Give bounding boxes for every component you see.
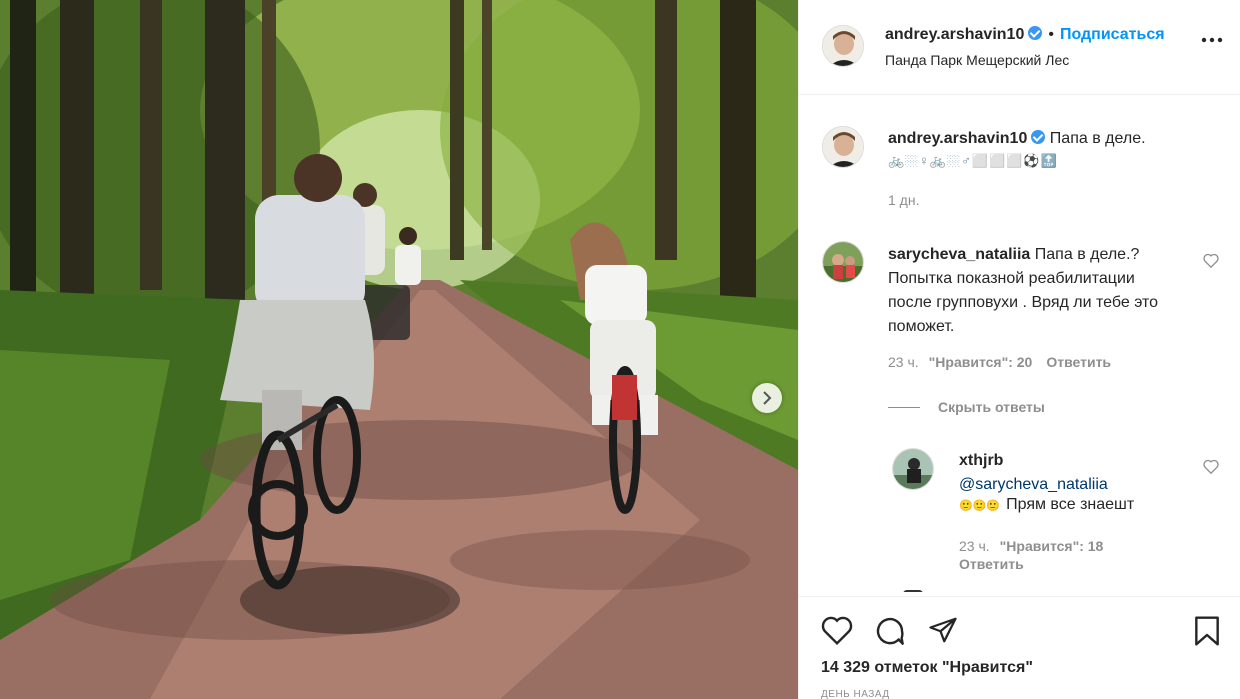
reply-likes[interactable]: "Нравится": 18 [1000,538,1104,554]
hide-replies-button[interactable]: Скрыть ответы [888,399,1045,415]
reply-username[interactable]: xthjrb [959,452,1003,469]
reply-text-line: 🙂🙂🙂 Прям все знаешт [959,496,1134,514]
verified-icon [1028,26,1043,40]
commenter-avatar[interactable] [822,241,864,283]
caption-time: 1 дн. [888,192,920,208]
heart-icon[interactable] [821,615,853,645]
chevron-right-icon [763,391,772,405]
post-location[interactable]: Панда Парк Мещерский Лес [885,52,1069,68]
comment-meta: 23 ч. "Нравится": 20 Ответить [888,354,1111,370]
bookmark-icon[interactable] [1193,615,1221,647]
reply-meta: 23 ч. "Нравится": 18 Ответить [959,537,1179,573]
more-icon[interactable] [1201,37,1223,43]
reply-avatar[interactable] [892,448,934,490]
divider-line [888,406,920,408]
reply-time: 23 ч. [959,538,990,554]
caption-avatar[interactable] [822,126,864,168]
separator-dot: • [1048,26,1054,43]
comment-body: sarycheva_nataliia Папа в деле.? Попытка… [888,243,1183,339]
reply-mention[interactable]: @sarycheva_nataliia [959,476,1108,493]
post-sidebar: andrey.arshavin10 • Подписаться Панда Парк… [798,0,1240,699]
caption-username[interactable]: andrey.arshavin10 [888,130,1027,147]
comment-time: 23 ч. [888,354,919,370]
verified-icon [1031,130,1046,144]
comments-list[interactable]: andrey.arshavin10 Папа в деле. 🚲🏼♀🚲🏼♂⬜⬜⬜… [799,96,1240,592]
reply-button[interactable]: Ответить [959,555,1179,573]
comment-icon[interactable] [874,615,906,647]
author-username[interactable]: andrey.arshavin10 [885,26,1024,43]
caption-emoji: 🚲🏼♀🚲🏼♂⬜⬜⬜⚽🔝 [888,153,1058,168]
reply-text: Прям все знаешт [1006,496,1135,513]
post-actions: 14 329 отметок "Нравится" день назад [799,596,1240,699]
post-header: andrey.arshavin10 • Подписаться Панда Парк… [799,0,1240,95]
share-icon[interactable] [927,615,959,645]
photo-illustration [0,0,798,699]
post-date: день назад [821,689,890,699]
post-photo [0,0,798,699]
post-caption: andrey.arshavin10 Папа в деле. 🚲🏼♀🚲🏼♂⬜⬜⬜… [888,128,1218,172]
likes-count[interactable]: 14 329 отметок "Нравится" [821,659,1033,677]
author-avatar[interactable] [822,25,864,67]
next-photo-button[interactable] [752,383,782,413]
heart-icon[interactable] [1203,253,1219,268]
header-user-line: andrey.arshavin10 • Подписаться [885,26,1165,44]
reply-button[interactable]: Ответить [1046,354,1111,370]
caption-text: Папа в деле. [1049,130,1146,147]
comment-likes[interactable]: "Нравится": 20 [929,354,1033,370]
next-comment-avatar-partial [903,590,923,592]
heart-icon[interactable] [1203,459,1219,474]
reply-faded-emoji: 🙂🙂🙂 [959,500,1001,512]
reply-body: xthjrb @sarycheva_nataliia [959,449,1189,497]
hide-replies-label: Скрыть ответы [938,399,1045,415]
comment-username[interactable]: sarycheva_nataliia [888,246,1030,263]
follow-button[interactable]: Подписаться [1060,26,1165,43]
